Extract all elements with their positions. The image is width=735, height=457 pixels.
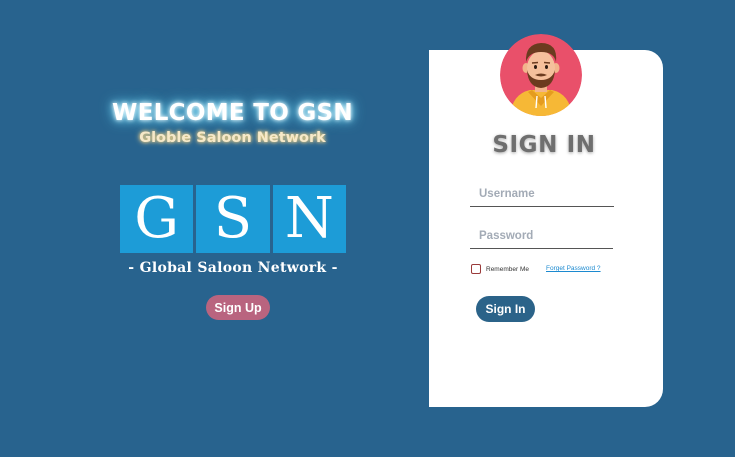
logo-letter-s: S — [196, 185, 270, 253]
remember-me[interactable]: Remember Me — [471, 264, 529, 274]
welcome-section: WELCOME TO GSN Globle Saloon Network G S… — [100, 100, 365, 320]
logo-letters: G S N — [120, 185, 346, 253]
sign-in-button[interactable]: Sign In — [476, 296, 535, 322]
logo-tagline: - Global Saloon Network - — [128, 260, 338, 276]
sign-up-button[interactable]: Sign Up — [206, 295, 270, 320]
username-input[interactable] — [470, 185, 614, 207]
remember-me-label: Remember Me — [486, 265, 529, 273]
sign-in-title: SIGN IN — [492, 132, 596, 158]
welcome-heading: WELCOME TO GSN — [112, 100, 353, 126]
logo-letter-n: N — [272, 185, 346, 253]
password-input[interactable] — [470, 227, 613, 249]
gsn-logo: G S N - Global Saloon Network - — [120, 185, 346, 276]
remember-me-checkbox[interactable] — [471, 264, 481, 274]
forgot-password-link[interactable]: Forget Password ? — [546, 265, 601, 272]
logo-letter-g: G — [120, 185, 194, 253]
user-avatar-icon — [500, 34, 582, 116]
welcome-subtitle: Globle Saloon Network — [139, 130, 326, 146]
